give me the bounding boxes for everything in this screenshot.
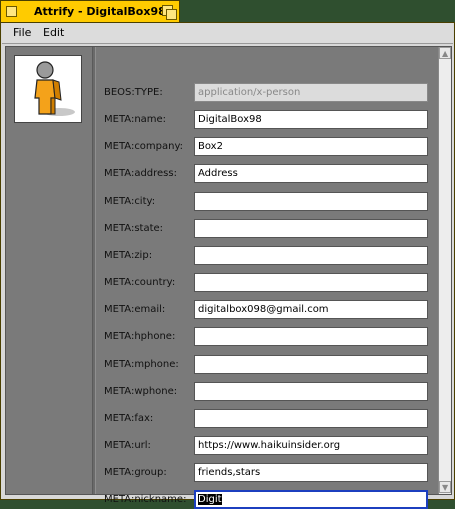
field-label: META:address: [104,168,177,179]
attribute-input[interactable] [194,246,428,265]
attribute-input[interactable] [194,355,428,374]
menu-edit[interactable]: Edit [43,26,64,39]
window: File Edit BEOS:TYPE: application/x-person… [0,22,455,509]
field-label: META:wphone: [104,386,178,397]
attribute-input[interactable] [194,327,428,346]
field-label: META:name: [104,114,167,125]
field-label: META:zip: [104,250,153,261]
menu-file[interactable]: File [13,26,31,39]
window-title: Attrify - DigitalBox98 [34,5,166,18]
attribute-input[interactable]: application/x-person [194,83,428,102]
attribute-input[interactable]: Box2 [194,137,428,156]
field-label: META:country: [104,277,176,288]
person-icon[interactable] [14,55,82,123]
field-label: META:url: [104,440,151,451]
field-label: BEOS:TYPE: [104,87,163,98]
divider [92,47,96,494]
attribute-input[interactable] [194,192,428,211]
attribute-input[interactable]: Address [194,164,428,183]
close-icon[interactable] [6,6,17,17]
attribute-input[interactable] [194,273,428,292]
attribute-input[interactable] [194,382,428,401]
attribute-input[interactable]: https://www.haikuinsider.org [194,436,428,455]
attribute-input[interactable]: friends,stars [194,463,428,482]
field-label: META:city: [104,196,156,207]
menu-bar: File Edit [2,23,453,44]
field-label: META:fax: [104,413,154,424]
field-label: META:company: [104,141,184,152]
field-label: META:hphone: [104,331,176,342]
attribute-input[interactable]: digitalbox098@gmail.com [194,300,428,319]
attribute-panel: BEOS:TYPE: application/x-person META:name:… [5,46,452,509]
field-label: META:mphone: [104,359,179,370]
vertical-scrollbar[interactable]: ▲ ▼ [438,47,451,494]
zoom-icon[interactable] [162,5,177,20]
attribute-input[interactable] [194,409,428,428]
attribute-input[interactable]: DigitalBox98 [194,110,428,129]
scroll-up-icon[interactable]: ▲ [439,47,451,59]
attribute-input[interactable] [194,219,428,238]
field-label: META:group: [104,467,167,478]
window-title-tab[interactable]: Attrify - DigitalBox98 [0,0,180,22]
field-label: META:email: [104,304,166,315]
field-label: META:state: [104,223,164,234]
scroll-down-icon[interactable]: ▼ [439,481,451,493]
